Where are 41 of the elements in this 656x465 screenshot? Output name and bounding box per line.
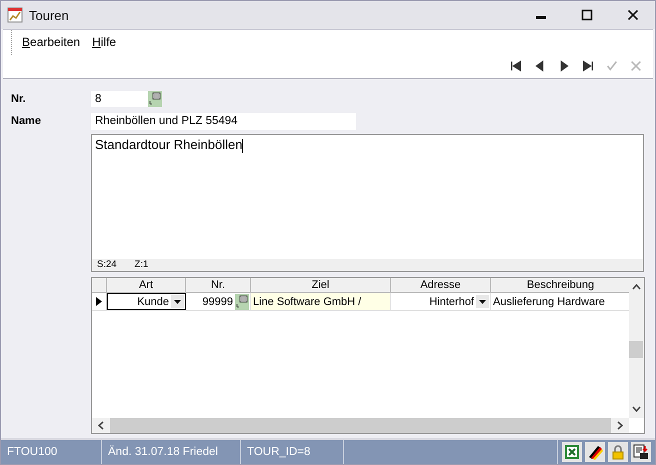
column-header[interactable]: Ziel xyxy=(251,278,391,293)
maximize-icon[interactable] xyxy=(581,9,593,21)
calendar-chart-icon xyxy=(7,7,23,23)
field-label: Nr. xyxy=(11,93,27,105)
close-icon[interactable] xyxy=(627,9,639,21)
memo-text: Standardtour Rheinböllen xyxy=(95,137,242,152)
menu-item[interactable]: Hilfe xyxy=(92,35,116,55)
lookup-icon[interactable] xyxy=(148,91,162,107)
spreadsheet-icon[interactable] xyxy=(562,442,582,462)
type-dropdown[interactable]: Kunde xyxy=(107,293,186,310)
vertical-scrollbar[interactable] xyxy=(629,278,644,418)
menu-item[interactable]: Bearbeiten xyxy=(22,35,80,55)
flag-icon[interactable] xyxy=(585,442,605,462)
name-field[interactable]: Rheinböllen und PLZ 55494 xyxy=(91,112,356,130)
scroll-down-icon[interactable] xyxy=(632,406,641,412)
window-title: Touren xyxy=(29,8,69,22)
column-header[interactable]: Adresse xyxy=(391,278,491,293)
column-header[interactable]: Nr. xyxy=(186,278,251,293)
first-record-icon[interactable] xyxy=(509,59,523,73)
save-document-icon[interactable] xyxy=(631,442,651,462)
scroll-left-icon[interactable] xyxy=(98,421,104,430)
padlock-icon[interactable] xyxy=(608,442,628,462)
field-label: Name xyxy=(11,115,42,127)
column-indicator: S:24 xyxy=(97,259,117,271)
status-panel: FTOU100 xyxy=(1,440,102,464)
scroll-up-icon[interactable] xyxy=(632,284,641,290)
column-header[interactable]: Beschreibung xyxy=(491,278,629,293)
table-cell: 99999 xyxy=(202,296,233,308)
table-cell: Line Software GmbH / xyxy=(251,293,391,310)
last-record-icon[interactable] xyxy=(581,59,595,73)
number-field[interactable]: 8 xyxy=(91,91,148,107)
scroll-right-icon[interactable] xyxy=(617,421,623,430)
status-panel: TOUR_ID=8 xyxy=(241,440,344,464)
line-indicator: Z:1 xyxy=(134,259,148,271)
address-dropdown[interactable]: Hinterhof xyxy=(391,293,491,310)
scrollbar-thumb[interactable] xyxy=(629,341,643,358)
column-header[interactable]: Art xyxy=(107,278,186,293)
status-panel: Änd. 31.07.18 Friedel xyxy=(102,440,241,464)
horizontal-scrollbar[interactable] xyxy=(92,418,629,433)
lookup-icon[interactable] xyxy=(235,294,249,310)
description-field[interactable]: Standardtour Rheinböllen S:24 Z:1 xyxy=(91,134,644,272)
